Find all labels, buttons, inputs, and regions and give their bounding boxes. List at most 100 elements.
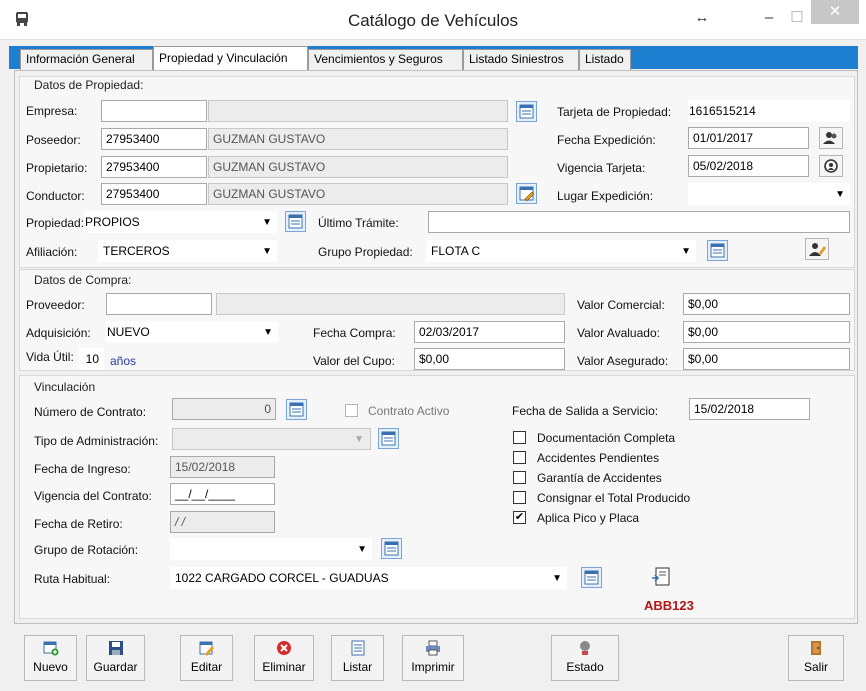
- tab-propiedad-vinculacion[interactable]: Propiedad y Vinculación: [153, 46, 308, 70]
- proveedor-code-input[interactable]: [106, 293, 212, 315]
- garantia-accidentes-checkbox[interactable]: [513, 471, 526, 484]
- grupo-rotacion-select[interactable]: ▼: [170, 538, 372, 560]
- adquisicion-label: Adquisición:: [26, 326, 91, 340]
- salir-button[interactable]: Salir: [788, 635, 844, 681]
- edit-icon: [199, 641, 214, 656]
- vigencia-tarjeta-input[interactable]: 05/02/2018: [688, 155, 809, 177]
- estado-button[interactable]: Estado: [551, 635, 619, 681]
- valor-cupo-input[interactable]: $0,00: [414, 348, 565, 370]
- form-icon: [384, 541, 399, 556]
- ruta-habitual-select[interactable]: 1022 CARGADO CORCEL - GUADUAS ▼: [170, 567, 567, 589]
- tab-informacion-general[interactable]: Información General: [20, 49, 153, 70]
- conductor-edit-button[interactable]: [516, 183, 537, 204]
- tarjeta-input[interactable]: 1616515214: [688, 100, 850, 122]
- users-button[interactable]: [819, 127, 843, 149]
- empresa-lookup-button[interactable]: [516, 101, 537, 122]
- contrato-activo-checkbox[interactable]: [345, 404, 358, 417]
- numero-contrato-input[interactable]: 0: [172, 398, 276, 420]
- edit-form-icon: [519, 186, 535, 202]
- section-title: Vinculación: [34, 380, 96, 394]
- conductor-code-input[interactable]: 27953400: [101, 183, 207, 205]
- restore-button[interactable]: ↔: [690, 6, 714, 30]
- documentacion-completa-label: Documentación Completa: [537, 431, 676, 445]
- new-record-icon: [43, 641, 58, 656]
- tab-listado-siniestros[interactable]: Listado Siniestros: [463, 49, 579, 70]
- form-icon: [381, 431, 396, 446]
- vigencia-tarjeta-label: Vigencia Tarjeta:: [557, 161, 646, 175]
- chevron-down-icon: ▼: [357, 544, 367, 555]
- owner-button[interactable]: [805, 238, 829, 260]
- contrato-lookup-button[interactable]: [286, 399, 307, 420]
- person-button[interactable]: [819, 155, 843, 177]
- valor-comercial-label: Valor Comercial:: [577, 298, 665, 312]
- fecha-salida-input[interactable]: 15/02/2018: [689, 398, 810, 420]
- imprimir-button[interactable]: Imprimir: [402, 635, 464, 681]
- form-icon: [289, 402, 304, 417]
- garantia-accidentes-label: Garantía de Accidentes: [537, 471, 662, 485]
- delete-icon: [277, 641, 291, 655]
- fecha-ingreso-input[interactable]: 15/02/2018: [170, 456, 275, 478]
- tab-listado[interactable]: Listado: [579, 49, 631, 70]
- propietario-code-input[interactable]: 27953400: [101, 156, 207, 178]
- propietario-name-field: GUZMAN GUSTAVO: [208, 156, 508, 178]
- fecha-expedicion-input[interactable]: 01/01/2017: [688, 127, 809, 149]
- valor-comercial-input[interactable]: $0,00: [683, 293, 850, 315]
- minimize-button[interactable]: –: [757, 6, 781, 30]
- ruta-habitual-value: 1022 CARGADO CORCEL - GUADUAS: [175, 571, 389, 585]
- documentacion-completa-checkbox[interactable]: [513, 431, 526, 444]
- eliminar-label: Eliminar: [262, 660, 306, 674]
- adquisicion-select[interactable]: NUEVO ▼: [106, 321, 278, 343]
- fecha-retiro-input[interactable]: / /: [170, 511, 275, 533]
- afiliacion-label: Afiliación:: [26, 245, 78, 259]
- users-icon: [823, 132, 837, 144]
- vida-util-label: Vida Útil:: [26, 350, 74, 364]
- nuevo-label: Nuevo: [33, 660, 68, 674]
- form-icon: [584, 570, 599, 585]
- eliminar-button[interactable]: Eliminar: [254, 635, 314, 681]
- imprimir-label: Imprimir: [411, 660, 455, 674]
- valor-avaluado-input[interactable]: $0,00: [683, 321, 850, 343]
- ruta-detail-button[interactable]: [650, 566, 674, 590]
- tab-vencimientos-seguros[interactable]: Vencimientos y Seguros: [308, 49, 463, 70]
- propiedad-lookup-button[interactable]: [285, 211, 306, 232]
- chevron-down-icon: ▼: [552, 573, 562, 584]
- grupo-propiedad-select[interactable]: FLOTA C ▼: [426, 240, 696, 262]
- pico-placa-checkbox[interactable]: ✔: [513, 511, 526, 524]
- editar-button[interactable]: Editar: [180, 635, 233, 681]
- tipo-lookup-button[interactable]: [378, 428, 399, 449]
- tipo-administracion-select[interactable]: ▼: [172, 428, 371, 450]
- ultimo-tramite-input[interactable]: [428, 211, 850, 233]
- print-icon: [426, 640, 440, 656]
- afiliacion-select[interactable]: TERCEROS ▼: [98, 240, 277, 262]
- nuevo-button[interactable]: Nuevo: [24, 635, 77, 681]
- vigencia-contrato-label: Vigencia del Contrato:: [34, 489, 152, 503]
- consignar-total-label: Consignar el Total Producido: [537, 491, 691, 505]
- valor-avaluado-label: Valor Avaluado:: [577, 326, 660, 340]
- valor-asegurado-input[interactable]: $0,00: [683, 348, 850, 370]
- poseedor-code-input[interactable]: 27953400: [101, 128, 207, 150]
- empresa-label: Empresa:: [26, 104, 78, 118]
- grupo-lookup-button[interactable]: [707, 240, 728, 261]
- close-button[interactable]: ✕: [811, 0, 859, 24]
- maximize-button[interactable]: ☐: [787, 6, 807, 30]
- rotacion-lookup-button[interactable]: [381, 538, 402, 559]
- propiedad-select[interactable]: PROPIOS ▼: [84, 211, 277, 233]
- tipo-administracion-label: Tipo de Administración:: [34, 434, 159, 448]
- guardar-button[interactable]: Guardar: [86, 635, 145, 681]
- accidentes-pendientes-checkbox[interactable]: [513, 451, 526, 464]
- editar-label: Editar: [190, 660, 223, 674]
- exit-door-icon: [811, 641, 821, 655]
- empresa-code-input[interactable]: [101, 100, 207, 122]
- vigencia-contrato-input[interactable]: __/__/____: [170, 483, 275, 505]
- vida-util-input[interactable]: 10: [79, 348, 104, 370]
- vida-util-unit: años: [110, 354, 137, 368]
- tarjeta-label: Tarjeta de Propiedad:: [557, 105, 672, 119]
- consignar-total-checkbox[interactable]: [513, 491, 526, 504]
- fecha-compra-input[interactable]: 02/03/2017: [414, 321, 565, 343]
- estado-label: Estado: [566, 660, 604, 674]
- ruta-lookup-button[interactable]: [581, 567, 602, 588]
- lugar-expedicion-select[interactable]: ▼: [688, 183, 850, 205]
- grupo-propiedad-value: FLOTA C: [431, 244, 481, 258]
- poseedor-label: Poseedor:: [26, 133, 81, 147]
- listar-button[interactable]: Listar: [331, 635, 384, 681]
